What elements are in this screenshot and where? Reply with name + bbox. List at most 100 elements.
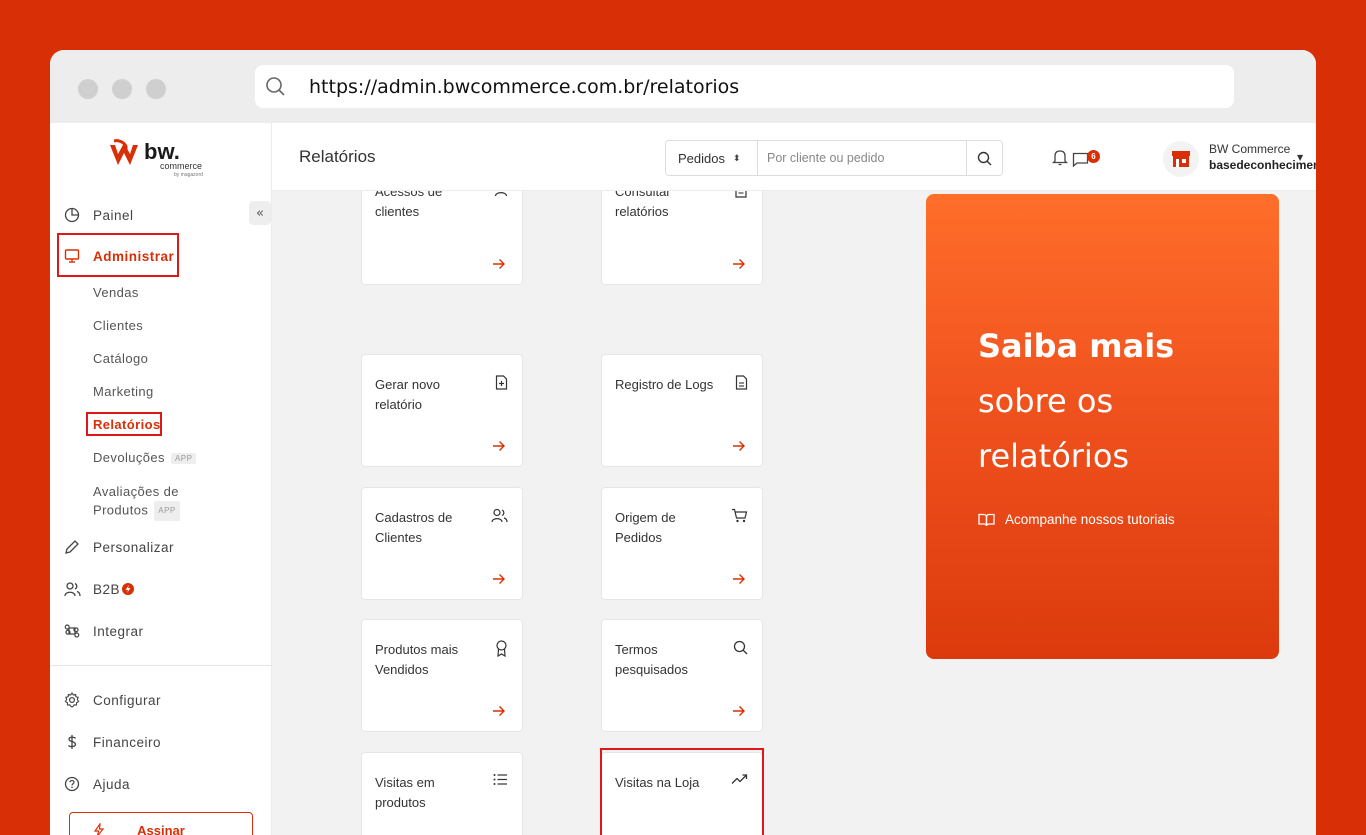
sidebar-subitem-devolucoes[interactable]: Devoluções APP xyxy=(93,450,197,465)
app-badge: APP xyxy=(154,501,180,521)
pencil-icon xyxy=(65,540,79,554)
card-title: Produtos mais Vendidos xyxy=(375,642,459,677)
card-title: Registro de Logs xyxy=(615,377,714,392)
report-card-produtos-mais-vendidos[interactable]: Produtos mais Vendidos xyxy=(361,619,523,732)
sidebar-item-financeiro[interactable]: Financeiro xyxy=(50,732,272,752)
command-icon xyxy=(64,624,80,638)
sidebar: bw. commerce by magazord « Painel Admini… xyxy=(50,123,272,835)
dollar-icon xyxy=(67,735,77,749)
file-text-icon xyxy=(735,375,748,390)
store-icon xyxy=(1172,151,1190,167)
lightning-badge-icon xyxy=(122,583,134,595)
report-card-origem-pedidos[interactable]: Origem de Pedidos xyxy=(601,487,763,600)
gear-icon xyxy=(64,692,80,708)
url-text: https://admin.bwcommerce.com.br/relatori… xyxy=(309,75,740,98)
store-avatar[interactable] xyxy=(1163,141,1199,177)
promo-line-2: sobre os xyxy=(978,382,1114,420)
arrow-right-icon xyxy=(493,441,505,451)
users-icon xyxy=(491,508,508,523)
list-icon xyxy=(493,774,507,785)
report-card-cadastros-clientes[interactable]: Cadastros de Clientes xyxy=(361,487,523,600)
assinar-button[interactable]: Assinar xyxy=(69,812,253,835)
report-card-termos-pesquisados[interactable]: Termos pesquisados xyxy=(601,619,763,732)
app-badge: APP xyxy=(170,453,197,465)
sidebar-subitem-clientes[interactable]: Clientes xyxy=(93,318,143,333)
address-bar[interactable]: https://admin.bwcommerce.com.br/relatori… xyxy=(255,65,1234,108)
sidebar-item-painel[interactable]: Painel xyxy=(50,205,272,225)
sort-caret-icon: ⬍ xyxy=(732,152,741,163)
user-icon xyxy=(494,192,508,197)
card-title: Acessos de clientes xyxy=(375,191,443,219)
browser-window: https://admin.bwcommerce.com.br/relatori… xyxy=(50,50,1316,835)
report-card-gerar-novo-relatorio[interactable]: Gerar novo relatório xyxy=(361,354,523,467)
sidebar-subitem-avaliacoes[interactable]: Avaliações de Produtos APP xyxy=(93,483,180,521)
card-title: Visitas em produtos xyxy=(375,775,435,810)
search-type-value: Pedidos xyxy=(678,150,725,166)
card-title: Origem de Pedidos xyxy=(615,510,676,545)
logo-sub: commerce xyxy=(160,161,202,171)
sidebar-item-label: Ajuda xyxy=(93,776,131,792)
user-company-name: BW Commerce xyxy=(1209,142,1291,156)
tutorials-link[interactable]: Acompanhe nossos tutoriais xyxy=(978,512,1175,527)
sidebar-item-configurar[interactable]: Configurar xyxy=(50,690,272,710)
sidebar-item-label: Integrar xyxy=(93,623,144,639)
arrow-right-icon xyxy=(493,706,505,716)
arrow-right-icon xyxy=(733,259,745,269)
sidebar-item-integrar[interactable]: Integrar xyxy=(50,621,272,641)
window-dot-minimize[interactable] xyxy=(112,79,132,99)
sidebar-item-label: Personalizar xyxy=(93,539,175,555)
messages-count-badge: 6 xyxy=(1087,150,1100,163)
bw-commerce-logo[interactable]: bw. commerce by magazord xyxy=(108,137,218,179)
file-plus-icon xyxy=(495,375,508,390)
report-card-visitas-produtos[interactable]: Visitas em produtos xyxy=(361,752,523,835)
arrow-right-icon xyxy=(733,574,745,584)
report-card-consultar-relatorios[interactable]: Consultar relatórios xyxy=(601,191,763,285)
sidebar-divider xyxy=(50,665,272,666)
search-type-select[interactable]: Pedidos ⬍ xyxy=(666,141,758,175)
user-menu-caret-icon[interactable]: ▼ xyxy=(1297,153,1303,162)
promo-banner[interactable]: Saiba mais sobre os relatórios Acompanhe… xyxy=(926,194,1279,659)
report-card-registro-logs[interactable]: Registro de Logs xyxy=(601,354,763,467)
sidebar-subitem-marketing[interactable]: Marketing xyxy=(93,384,154,399)
arrow-right-icon xyxy=(493,259,505,269)
sidebar-item-label: B2B xyxy=(93,581,121,597)
search-group: Pedidos ⬍ xyxy=(665,140,1003,176)
highlight-visitas-loja xyxy=(600,748,764,835)
promo-line-3: relatórios xyxy=(978,437,1130,475)
window-dot-close[interactable] xyxy=(78,79,98,99)
sidebar-item-label: Painel xyxy=(93,207,134,223)
logo-by: by magazord xyxy=(174,172,203,178)
sidebar-item-label: Financeiro xyxy=(93,734,162,750)
page-title: Relatórios xyxy=(299,147,376,166)
main-content: Acessos de clientes Consultar relatórios xyxy=(272,191,1316,835)
sidebar-item-b2b[interactable]: B2B xyxy=(50,579,272,599)
report-card-acessos-clientes[interactable]: Acessos de clientes xyxy=(361,191,523,285)
help-circle-icon xyxy=(64,776,80,792)
logo-mark-icon: bw. commerce by magazord xyxy=(110,139,203,178)
card-title: Cadastros de Clientes xyxy=(375,510,453,545)
document-list-icon xyxy=(735,191,747,198)
sidebar-subitem-label-line2: Produtos xyxy=(93,502,149,518)
lightning-icon xyxy=(93,823,105,835)
sidebar-subitem-catalogo[interactable]: Catálogo xyxy=(93,351,148,366)
sidebar-item-label: Configurar xyxy=(93,692,162,708)
search-input[interactable] xyxy=(758,141,966,175)
sidebar-subitem-vendas[interactable]: Vendas xyxy=(93,285,139,300)
browser-chrome: https://admin.bwcommerce.com.br/relatori… xyxy=(50,50,1316,123)
search-icon xyxy=(733,640,748,655)
arrow-right-icon xyxy=(493,574,505,584)
search-icon xyxy=(977,151,992,165)
sidebar-item-ajuda[interactable]: Ajuda xyxy=(50,774,272,794)
arrow-right-icon xyxy=(733,706,745,716)
tutorials-link-label: Acompanhe nossos tutoriais xyxy=(1005,512,1175,527)
award-icon xyxy=(496,640,507,657)
users-icon xyxy=(64,582,81,597)
window-dot-maximize[interactable] xyxy=(146,79,166,99)
bell-icon[interactable] xyxy=(1052,148,1068,166)
search-icon xyxy=(266,76,285,96)
highlight-relatorios xyxy=(86,412,162,436)
cart-icon xyxy=(732,508,748,523)
sidebar-item-personalizar[interactable]: Personalizar xyxy=(50,537,272,557)
top-header: Relatórios Pedidos ⬍ 6 xyxy=(272,123,1316,191)
search-button[interactable] xyxy=(966,141,1002,175)
